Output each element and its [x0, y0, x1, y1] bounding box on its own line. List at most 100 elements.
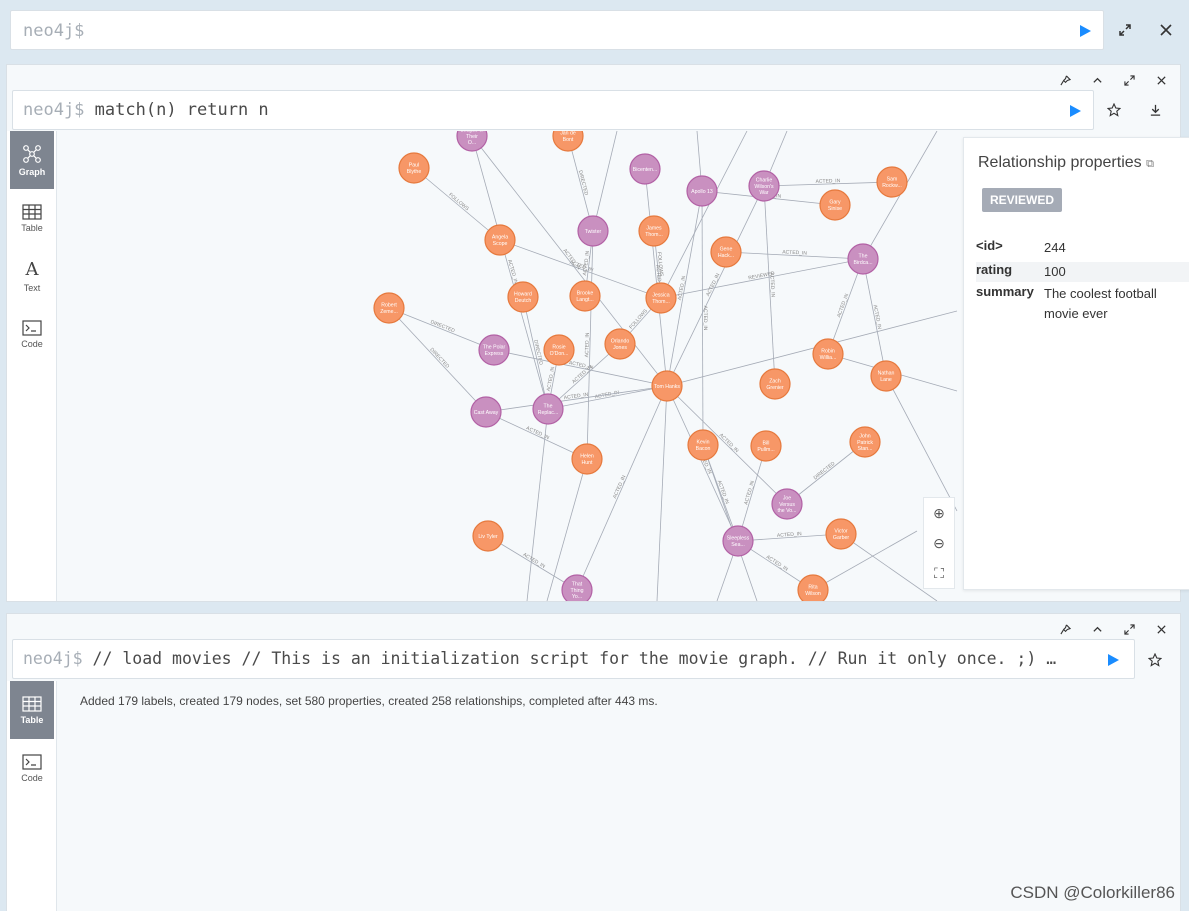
graph-node-person[interactable]: Nathan Lane	[870, 360, 902, 392]
graph-node-movie[interactable]: Bicenten...	[629, 153, 661, 185]
close-editor-button[interactable]	[1156, 20, 1176, 40]
graph-icon	[23, 144, 41, 163]
graph-node-person[interactable]: Gene Hack...	[710, 236, 742, 268]
graph-edge[interactable]	[656, 385, 668, 601]
run-button[interactable]	[1075, 21, 1095, 41]
tab-table[interactable]: Table	[10, 189, 54, 247]
graph-node-person[interactable]: Helen Hunt	[571, 443, 603, 475]
copy-icon[interactable]: ⧉	[1146, 158, 1154, 170]
graph-node-movie[interactable]: Sleepless Sea...	[722, 525, 754, 557]
pin-button[interactable]	[1056, 71, 1074, 89]
favorite-button[interactable]	[1104, 100, 1124, 120]
graph-node-person[interactable]: John Patrick Stan...	[849, 426, 881, 458]
frame1-query-text: match(n) return n	[94, 100, 269, 120]
graph-node-movie[interactable]: League ofTheirO...	[456, 131, 488, 152]
graph-edge[interactable]	[885, 375, 958, 512]
graph-node-label: Howard Deutch	[514, 292, 532, 304]
prop-row-summary: summary The coolest football movie ever …	[976, 284, 1189, 324]
graph-edge-label: ACTED_IN	[612, 474, 628, 499]
result-frame-graph: neo4j$ match(n) return n Graph Table A T…	[6, 64, 1189, 602]
collapse-button[interactable]	[1088, 71, 1106, 89]
graph-node-person[interactable]: Victor Garber	[825, 518, 857, 550]
graph-edge[interactable]	[660, 131, 748, 299]
prop-row-rating: rating 100 ⧉	[976, 262, 1189, 282]
graph-node-movie[interactable]: Cast Away	[470, 396, 502, 428]
collapse-button[interactable]	[1088, 620, 1106, 638]
close-icon	[1156, 75, 1166, 85]
rerun-button[interactable]	[1065, 101, 1085, 121]
frame1-sidebar: Graph Table A Text Code	[7, 131, 57, 601]
graph-node-movie[interactable]: The Replac...	[532, 393, 564, 425]
graph-node-movie[interactable]: Joe Versus the Vo...	[771, 488, 803, 520]
graph-edge[interactable]	[666, 310, 958, 387]
graph-canvas[interactable]: FOLLOWS ACTED_IN DIRECTED ACTED_IN FOLLOWS AC…	[57, 131, 1189, 601]
graph-node-person[interactable]: Jessica Thom...	[645, 282, 677, 314]
graph-node-person[interactable]: Brooke Langt...	[569, 280, 601, 312]
graph-edge-label: ACTED_IN	[522, 552, 547, 570]
graph-edge-label: ACTED_IN	[777, 531, 802, 539]
close-frame-button[interactable]	[1152, 71, 1170, 89]
graph-node-person[interactable]: James Thom...	[638, 215, 670, 247]
graph-node-person[interactable]: Bill Pullm...	[750, 430, 782, 462]
graph-node-person[interactable]: Tom Hanks	[651, 370, 683, 402]
graph-node-person[interactable]: Robin Willia...	[812, 338, 844, 370]
graph-node-person[interactable]: Robert Zeme...	[373, 292, 405, 324]
graph-node-person[interactable]: Angela Scope	[484, 224, 516, 256]
graph-node-person[interactable]: Zach Grenier	[759, 368, 791, 400]
frame1-editor[interactable]: neo4j$ match(n) return n	[12, 90, 1094, 130]
expand-icon	[1119, 24, 1131, 36]
favorite-button[interactable]	[1145, 650, 1165, 670]
maximize-editor-button[interactable]	[1115, 20, 1135, 40]
top-editor-prompt[interactable]: neo4j$	[23, 21, 84, 41]
zoom-out-button[interactable]: ⊖	[924, 528, 954, 558]
graph-node-person[interactable]: Sam Rockw...	[876, 166, 908, 198]
graph-node-movie[interactable]: The Polar Express	[478, 334, 510, 366]
graph-edge-label: ACTED_IN	[836, 293, 850, 319]
graph-node-person[interactable]: Orlando Jones	[604, 328, 636, 360]
graph-node-person[interactable]: Rosie O'Don...	[543, 334, 575, 366]
graph-node-person[interactable]: Liv Tyler	[472, 520, 504, 552]
graph-node-label: Tom Hanks	[654, 384, 680, 390]
graph-node-movie[interactable]: Charlie Wilson's War	[748, 170, 780, 202]
graph-node-label: Kevin Bacon	[696, 440, 711, 452]
rerun-button[interactable]	[1103, 650, 1123, 670]
graph-node-label: Twister	[585, 229, 602, 235]
zoom-in-button[interactable]: ⊕	[924, 498, 954, 528]
graph-edge-label: ACTED_IN	[584, 332, 591, 357]
tab-code[interactable]: Code	[10, 739, 54, 797]
frame2-prompt: neo4j$	[23, 649, 83, 668]
frame2-query[interactable]: neo4j$ // load movies // This is an init…	[23, 649, 1103, 668]
graph-node-movie[interactable]: Apollo 13	[686, 175, 718, 207]
relationship-properties-panel: Relationship properties ⧉ REVIEWED <id> …	[963, 137, 1189, 590]
table-icon	[22, 695, 42, 712]
fit-to-screen-button[interactable]: ⛶	[924, 558, 954, 588]
pin-icon	[1059, 624, 1071, 634]
graph-node-label: The Polar Express	[483, 345, 506, 357]
relationship-type-badge[interactable]: REVIEWED	[982, 188, 1063, 212]
graph-node-movie[interactable]: Twister	[577, 215, 609, 247]
fullscreen-button[interactable]	[1120, 620, 1138, 638]
download-button[interactable]	[1145, 100, 1165, 120]
graph-node-person[interactable]: Rita Wilson	[797, 574, 829, 601]
graph-node-person[interactable]: Kevin Bacon	[687, 429, 719, 461]
fullscreen-button[interactable]	[1120, 71, 1138, 89]
graph-node-person[interactable]: Jan de Bont	[552, 131, 584, 152]
tab-graph[interactable]: Graph	[10, 131, 54, 189]
watermark: CSDN @Colorkiller86	[1010, 883, 1175, 902]
tab-table[interactable]: Table	[10, 681, 54, 739]
graph-node-movie[interactable]: That Thing Yo...	[561, 574, 593, 601]
tab-text[interactable]: A Text	[10, 247, 54, 305]
frame2-editor[interactable]: neo4j$ // load movies // This is an init…	[12, 639, 1135, 679]
close-frame-button[interactable]	[1152, 620, 1170, 638]
graph-node-person[interactable]: Paul Blythe	[398, 152, 430, 184]
graph-node-person[interactable]: Howard Deutch	[507, 281, 539, 313]
pin-button[interactable]	[1056, 620, 1074, 638]
play-icon	[1108, 654, 1119, 666]
prop-value: 244	[1044, 240, 1066, 255]
graph-node-movie[interactable]: The Birdca...	[847, 243, 879, 275]
frame1-query[interactable]: neo4j$ match(n) return n	[23, 100, 269, 120]
graph-node-person[interactable]: Gary Sinise	[819, 189, 851, 221]
graph-edge-label: ACTED_IN	[743, 480, 756, 506]
graph-edge-label: DIRECTED	[428, 347, 450, 370]
tab-code[interactable]: Code	[10, 305, 54, 363]
